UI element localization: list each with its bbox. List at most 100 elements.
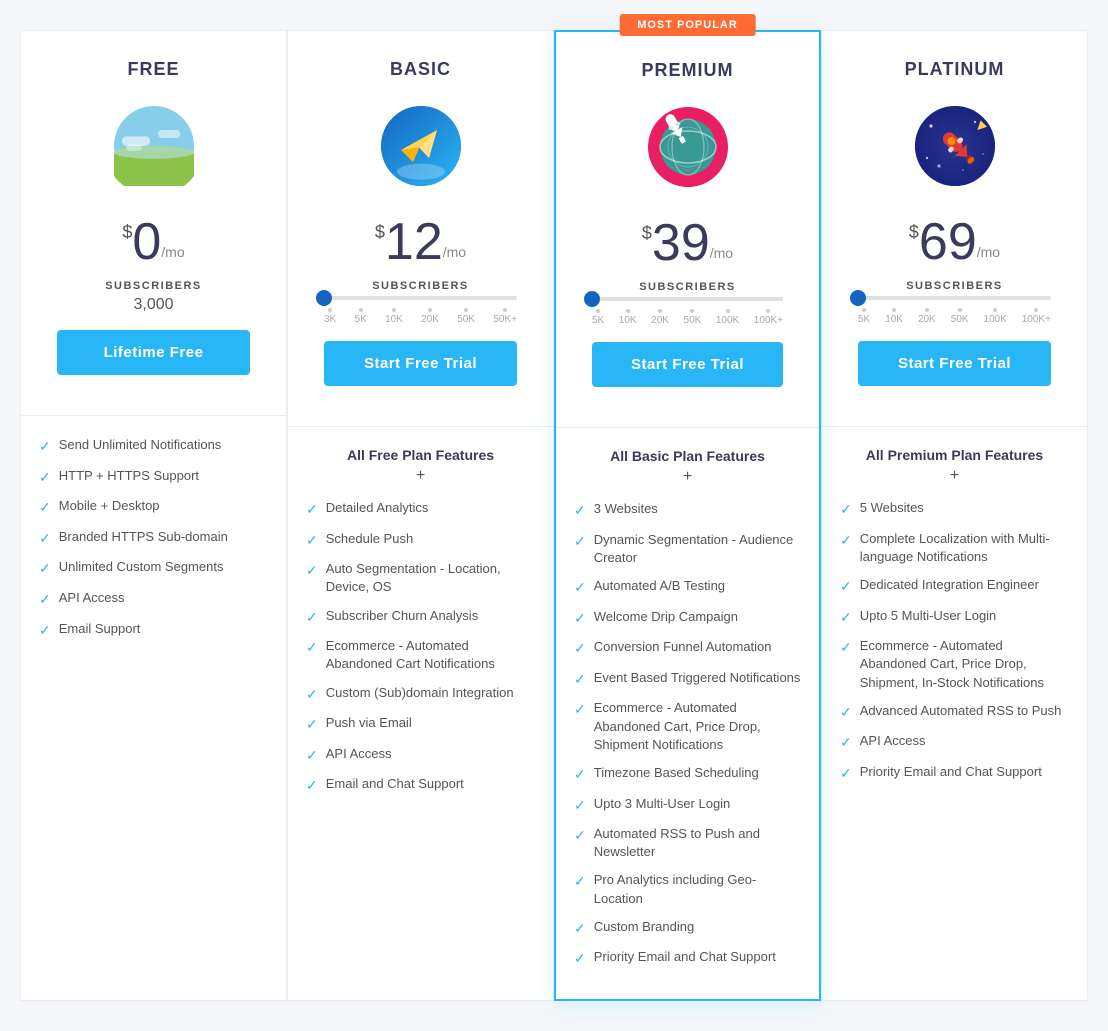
tick-dot	[766, 309, 770, 313]
tick-label: 100K+	[1022, 314, 1051, 325]
feature-item: ✓ Unlimited Custom Segments	[39, 558, 268, 579]
check-icon: ✓	[306, 746, 318, 766]
feature-item: ✓ Ecommerce - Automated Abandoned Cart, …	[574, 699, 801, 754]
feature-text: Schedule Push	[326, 530, 413, 548]
feature-item: ✓ Branded HTTPS Sub-domain	[39, 528, 268, 549]
slider-thumb[interactable]	[316, 290, 332, 306]
feature-text: Subscriber Churn Analysis	[326, 607, 478, 625]
tick-label: 5K	[355, 314, 367, 325]
slider-tick: 50K	[684, 309, 702, 326]
plan-header: PREMIUM $ 39 /mo SUBSCRIBERS	[556, 32, 819, 427]
tick-label: 50K	[684, 315, 702, 326]
plan-card-platinum: PLATINUM	[821, 30, 1088, 1001]
price-amount: 69	[919, 216, 977, 268]
feature-text: Dynamic Segmentation - Audience Creator	[594, 531, 801, 567]
feature-text: HTTP + HTTPS Support	[59, 467, 199, 485]
slider-tick: 100K+	[1022, 308, 1051, 325]
feature-text: API Access	[326, 745, 392, 763]
check-icon: ✓	[840, 608, 852, 628]
feature-item: ✓ Welcome Drip Campaign	[574, 608, 801, 629]
feature-item: ✓ HTTP + HTTPS Support	[39, 467, 268, 488]
plan-price: $ 0 /mo	[41, 216, 266, 268]
tick-label: 50K+	[493, 314, 517, 325]
tick-dot	[726, 309, 730, 313]
check-icon: ✓	[574, 826, 586, 846]
feature-item: ✓ 5 Websites	[840, 499, 1069, 520]
slider-track[interactable]	[324, 296, 517, 300]
check-icon: ✓	[39, 468, 51, 488]
check-icon: ✓	[840, 703, 852, 723]
cta-button[interactable]: Start Free Trial	[592, 342, 783, 387]
plan-name: FREE	[41, 59, 266, 80]
slider-tick: 10K	[619, 309, 637, 326]
check-icon: ✓	[39, 437, 51, 457]
tick-dot	[958, 308, 962, 312]
feature-text: 3 Websites	[594, 500, 658, 518]
plan-name: PLATINUM	[842, 59, 1067, 80]
plan-header: FREE $ 0 /mo SUBSCRIBERS 3,000 Lifetime …	[21, 31, 286, 415]
slider-track[interactable]	[592, 297, 783, 301]
feature-item: ✓ Event Based Triggered Notifications	[574, 669, 801, 690]
tick-dot	[925, 308, 929, 312]
check-icon: ✓	[574, 700, 586, 720]
tick-label: 50K	[457, 314, 475, 325]
feature-text: Welcome Drip Campaign	[594, 608, 738, 626]
feature-text: Dedicated Integration Engineer	[860, 576, 1039, 594]
feature-item: ✓ Complete Localization with Multi-langu…	[840, 530, 1069, 566]
feature-text: Automated RSS to Push and Newsletter	[594, 825, 801, 861]
feature-text: Send Unlimited Notifications	[59, 436, 222, 454]
check-icon: ✓	[306, 608, 318, 628]
feature-text: Automated A/B Testing	[594, 577, 725, 595]
feature-item: ✓ Priority Email and Chat Support	[574, 948, 801, 969]
feature-text: Advanced Automated RSS to Push	[860, 702, 1062, 720]
feature-text: Upto 3 Multi-User Login	[594, 795, 731, 813]
slider-track[interactable]	[858, 296, 1051, 300]
feature-item: ✓ Automated A/B Testing	[574, 577, 801, 598]
plan-icon	[371, 96, 471, 196]
check-icon: ✓	[306, 500, 318, 520]
slider-tick: 5K	[592, 309, 604, 326]
feature-item: ✓ Ecommerce - Automated Abandoned Cart, …	[840, 637, 1069, 692]
slider-tick: 20K	[651, 309, 669, 326]
cta-button[interactable]: Lifetime Free	[57, 330, 250, 375]
features-plus: +	[306, 467, 535, 485]
feature-item: ✓ API Access	[840, 732, 1069, 753]
slider-thumb[interactable]	[850, 290, 866, 306]
feature-item: ✓ API Access	[306, 745, 535, 766]
check-icon: ✓	[39, 621, 51, 641]
plan-icon	[638, 97, 738, 197]
tick-label: 10K	[619, 315, 637, 326]
slider-tick: 20K	[421, 308, 439, 325]
features-title: All Premium Plan Features	[840, 447, 1069, 463]
price-period: /mo	[977, 244, 1000, 260]
check-icon: ✓	[574, 501, 586, 521]
plan-name: PREMIUM	[576, 60, 799, 81]
tick-label: 20K	[918, 314, 936, 325]
feature-text: Branded HTTPS Sub-domain	[59, 528, 228, 546]
tick-dot	[690, 309, 694, 313]
subscribers-label: SUBSCRIBERS	[842, 280, 1067, 292]
check-icon: ✓	[574, 872, 586, 892]
feature-text: API Access	[59, 589, 125, 607]
feature-text: Detailed Analytics	[326, 499, 429, 517]
plan-card-basic: BASIC $ 12 /mo SUBSCRIBERS	[287, 30, 554, 1001]
tick-label: 10K	[885, 314, 903, 325]
plan-features: All Free Plan Features+ ✓ Detailed Analy…	[288, 427, 553, 826]
check-icon: ✓	[39, 498, 51, 518]
price-dollar: $	[642, 223, 652, 244]
feature-item: ✓ Upto 3 Multi-User Login	[574, 795, 801, 816]
feature-item: ✓ Send Unlimited Notifications	[39, 436, 268, 457]
check-icon: ✓	[574, 919, 586, 939]
check-icon: ✓	[840, 733, 852, 753]
cta-button[interactable]: Start Free Trial	[858, 341, 1051, 386]
check-icon: ✓	[39, 559, 51, 579]
slider-tick: 5K	[858, 308, 870, 325]
tick-label: 20K	[651, 315, 669, 326]
slider-ticks: 5K10K20K50K100K100K+	[592, 309, 783, 326]
slider-tick: 5K	[355, 308, 367, 325]
slider-thumb[interactable]	[584, 291, 600, 307]
check-icon: ✓	[574, 609, 586, 629]
feature-text: Conversion Funnel Automation	[594, 638, 772, 656]
cta-button[interactable]: Start Free Trial	[324, 341, 517, 386]
feature-text: Auto Segmentation - Location, Device, OS	[326, 560, 535, 596]
